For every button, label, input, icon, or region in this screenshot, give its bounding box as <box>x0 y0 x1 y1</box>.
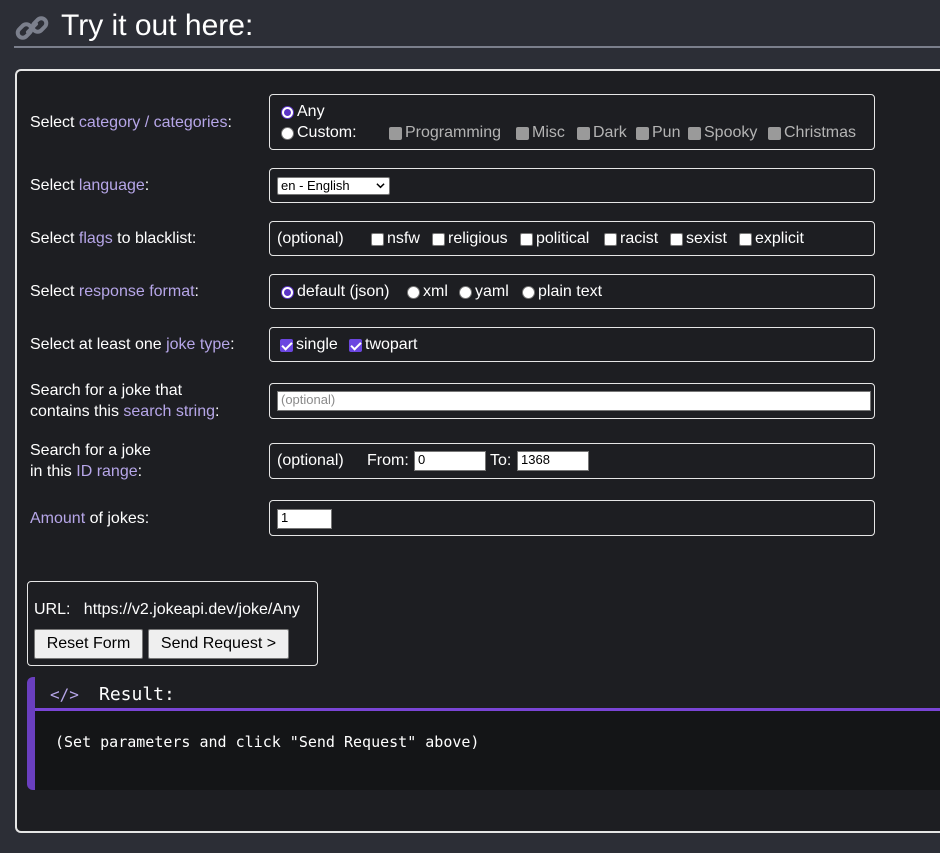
format-radio[interactable] <box>459 285 472 299</box>
flag-checkbox[interactable] <box>371 232 384 246</box>
category-option-dark: Dark <box>577 124 627 142</box>
reset-form-button[interactable]: Reset Form <box>34 629 143 659</box>
flag-religious[interactable]: religious <box>432 230 508 248</box>
search-input[interactable]: (optional) <box>277 391 871 411</box>
category-custom-option[interactable]: Custom: <box>281 124 357 142</box>
result-panel: </> Result: (Set parameters and click "S… <box>27 677 940 790</box>
category-option-spooky: Spooky <box>688 124 757 142</box>
id-range-to-label: To: <box>490 452 512 469</box>
category-custom-radio[interactable] <box>281 126 294 140</box>
format-option-json[interactable]: default (json) <box>281 283 390 301</box>
search-label: Search for a joke that contains this sea… <box>30 382 220 420</box>
flag-checkbox[interactable] <box>670 232 683 246</box>
flag-checkbox[interactable] <box>520 232 533 246</box>
request-url-value: https://v2.jokeapi.dev/joke/Any <box>83 601 300 618</box>
amount-input[interactable]: 1 <box>277 509 332 529</box>
format-radio[interactable] <box>281 285 294 299</box>
joke-type-box: single twopart <box>269 327 875 362</box>
section-header: Try it out here: <box>0 0 940 50</box>
format-box: default (json) xml yaml plain text <box>269 274 875 309</box>
category-option-programming: Programming <box>389 124 501 142</box>
header-divider <box>14 46 940 48</box>
flags-box: (optional) nsfw religious political raci… <box>269 221 875 256</box>
amount-box: 1 <box>269 500 875 536</box>
result-header: </> Result: <box>35 677 940 711</box>
format-radio[interactable] <box>407 285 420 299</box>
flags-label: Select flags to blacklist: <box>30 230 197 247</box>
format-radio[interactable] <box>522 285 535 299</box>
category-option-christmas: Christmas <box>768 124 856 142</box>
category-checkbox <box>577 126 590 140</box>
format-option-plain-text[interactable]: plain text <box>522 283 602 301</box>
result-title: Result: <box>99 684 175 705</box>
joke-type-twopart[interactable]: twopart <box>349 336 417 354</box>
search-box: (optional) <box>269 383 875 419</box>
category-checkbox <box>688 126 701 140</box>
chevron-down-icon <box>376 183 385 189</box>
link-icon <box>15 16 49 40</box>
amount-label: Amount of jokes: <box>30 510 150 527</box>
flags-optional-note: (optional) <box>277 230 344 247</box>
category-checkbox <box>768 126 781 140</box>
flag-checkbox[interactable] <box>432 232 445 246</box>
request-url: URL: https://v2.jokeapi.dev/joke/Any <box>34 601 300 618</box>
category-any-radio[interactable] <box>281 105 294 119</box>
category-checkbox <box>389 126 402 140</box>
flag-checkbox[interactable] <box>739 232 752 246</box>
category-checkbox <box>636 126 649 140</box>
joke-type-checkbox[interactable] <box>349 338 362 352</box>
format-option-xml[interactable]: xml <box>407 283 448 301</box>
format-label: Select response format: <box>30 283 199 300</box>
category-label: Select category / categories: <box>30 114 232 131</box>
id-range-to-input[interactable]: 1368 <box>517 451 589 471</box>
url-box: URL: https://v2.jokeapi.dev/joke/Any Res… <box>27 581 318 666</box>
result-output: (Set parameters and click "Send Request"… <box>55 733 480 751</box>
flag-political[interactable]: political <box>520 230 589 248</box>
category-checkbox <box>516 126 529 140</box>
flag-sexist[interactable]: sexist <box>670 230 727 248</box>
page-title: Try it out here: <box>61 9 254 42</box>
flag-explicit[interactable]: explicit <box>739 230 804 248</box>
joke-type-checkbox[interactable] <box>280 338 293 352</box>
flag-nsfw[interactable]: nsfw <box>371 230 420 248</box>
code-icon: </> <box>50 685 79 704</box>
id-range-box: (optional) From: 0 To: 1368 <box>269 443 875 479</box>
category-option-misc: Misc <box>516 124 565 142</box>
language-select[interactable]: en - English <box>277 177 390 195</box>
flag-racist[interactable]: racist <box>604 230 658 248</box>
language-box: en - English <box>269 168 875 203</box>
send-request-button[interactable]: Send Request > <box>148 629 289 659</box>
id-range-optional-note: (optional) <box>277 452 344 469</box>
joke-type-single[interactable]: single <box>280 336 338 354</box>
category-box: Any Custom: Programming Misc Dark Pun Sp… <box>269 94 875 150</box>
format-option-yaml[interactable]: yaml <box>459 283 509 301</box>
category-any-option[interactable]: Any <box>281 103 325 121</box>
joke-type-label: Select at least one joke type: <box>30 336 235 353</box>
id-range-label: Search for a joke in this ID range: <box>30 442 151 480</box>
category-option-pun: Pun <box>636 124 680 142</box>
id-range-from-label: From: <box>367 452 409 469</box>
language-label: Select language: <box>30 177 150 194</box>
flag-checkbox[interactable] <box>604 232 617 246</box>
id-range-from-input[interactable]: 0 <box>414 451 486 471</box>
